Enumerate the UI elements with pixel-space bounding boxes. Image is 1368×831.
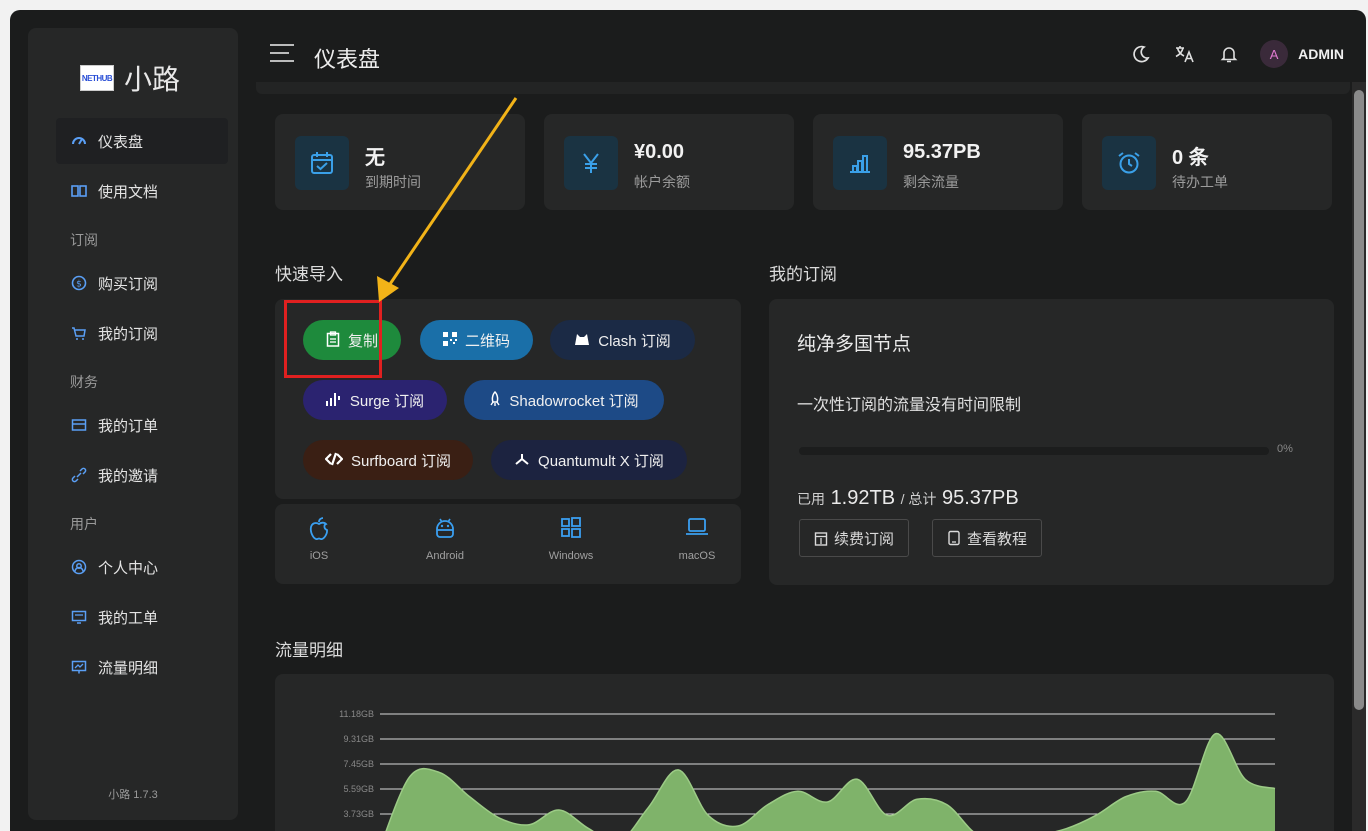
- y-tick-label: 3.73GB: [343, 809, 374, 819]
- renew-icon: [814, 532, 828, 546]
- plan-description: 一次性订阅的流量没有时间限制: [797, 397, 1022, 414]
- platform-android[interactable]: Android: [405, 516, 485, 562]
- traffic-chart-card: 11.18GB 9.31GB 7.45GB 5.59GB 3.73GB: [275, 674, 1334, 831]
- platform-macos[interactable]: macOS: [657, 516, 737, 562]
- button-label: 查看教程: [967, 530, 1028, 548]
- platform-windows[interactable]: Windows: [531, 516, 611, 562]
- traffic-progress-percent: 0%: [1277, 443, 1293, 455]
- traffic-details-title: 流量明细: [275, 641, 343, 660]
- platform-tabs: iOS Android Windows macOS: [275, 504, 741, 584]
- subscription-card: 纯净多国节点 一次性订阅的流量没有时间限制 0% 已用 1.92TB / 总计 …: [769, 299, 1334, 585]
- platform-label: iOS: [309, 550, 329, 562]
- used-prefix: 已用: [797, 491, 825, 507]
- platform-label: Android: [426, 550, 464, 562]
- platform-ios[interactable]: iOS: [279, 516, 359, 562]
- plan-name: 纯净多国节点: [797, 334, 912, 355]
- y-tick-label: 9.31GB: [343, 734, 374, 744]
- used-amount: 1.92TB: [830, 487, 896, 509]
- my-subscription-title: 我的订阅: [769, 265, 837, 284]
- usage-summary: 已用 1.92TB / 总计 95.37PB: [797, 487, 1019, 510]
- scrollbar-thumb[interactable]: [1354, 90, 1364, 710]
- total-amount: 95.37PB: [941, 487, 1019, 509]
- button-label: 续费订阅: [834, 530, 895, 548]
- apple-icon: [279, 516, 359, 546]
- android-icon: [405, 516, 485, 546]
- y-tick-label: 5.59GB: [343, 784, 374, 794]
- total-separator: / 总计: [900, 491, 937, 507]
- traffic-progress-bar: [799, 447, 1269, 455]
- laptop-icon: [657, 516, 737, 546]
- platform-label: macOS: [678, 550, 716, 562]
- windows-icon: [531, 516, 611, 546]
- tablet-icon: [948, 530, 960, 546]
- y-tick-label: 11.18GB: [339, 709, 374, 719]
- y-tick-label: 7.45GB: [343, 759, 374, 769]
- view-tutorial-button[interactable]: 查看教程: [932, 519, 1043, 557]
- renew-subscription-button[interactable]: 续费订阅: [799, 519, 910, 557]
- traffic-chart: 11.18GB 9.31GB 7.45GB 5.59GB 3.73GB: [339, 709, 1276, 831]
- platform-label: Windows: [548, 550, 594, 562]
- traffic-area: [386, 733, 1275, 831]
- app-window: NETHUB 小路 仪表盘 使用文档 订阅 $ 购买订阅 我的订阅 财务 我的订…: [10, 10, 1366, 831]
